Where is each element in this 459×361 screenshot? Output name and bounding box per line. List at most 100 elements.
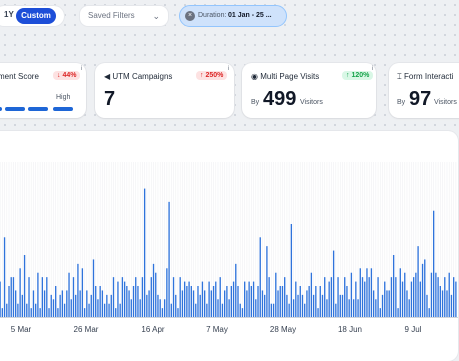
chart-bar[interactable]	[112, 277, 115, 317]
chart-bar[interactable]	[332, 250, 335, 317]
chart-bar[interactable]	[143, 188, 146, 317]
chart-bar[interactable]	[301, 294, 304, 317]
chart-bar[interactable]	[281, 286, 284, 317]
chart-bar[interactable]	[435, 272, 437, 317]
chart-bar[interactable]	[350, 272, 353, 317]
chart-bar[interactable]	[146, 294, 148, 317]
chart-bar[interactable]	[417, 246, 419, 317]
chart-bar[interactable]	[264, 294, 266, 317]
chart-bar[interactable]	[404, 272, 406, 317]
chart-bar[interactable]	[319, 286, 321, 317]
chart-bar[interactable]	[306, 290, 308, 317]
chart-bar[interactable]	[50, 294, 52, 317]
chart-bar[interactable]	[101, 290, 104, 317]
chart-bar[interactable]	[132, 286, 135, 317]
chart-bar[interactable]	[232, 281, 235, 317]
chart-bar[interactable]	[108, 303, 110, 317]
chart-bar[interactable]	[208, 281, 210, 317]
chart-bar[interactable]	[277, 290, 279, 317]
chart-bar[interactable]	[163, 299, 166, 317]
chart-bar[interactable]	[388, 290, 390, 317]
chart-bar[interactable]	[97, 299, 99, 317]
chart-bar[interactable]	[221, 303, 224, 317]
chart-bar[interactable]	[219, 277, 221, 317]
chart-bar[interactable]	[150, 277, 152, 317]
chart-bar[interactable]	[237, 286, 239, 317]
chart-bar[interactable]	[448, 272, 450, 317]
chart-bar[interactable]	[241, 308, 244, 317]
chart-bar[interactable]	[55, 286, 57, 317]
chart-bar[interactable]	[384, 281, 386, 317]
chart-bar[interactable]	[441, 290, 444, 317]
chart-bar[interactable]	[252, 281, 255, 317]
chart-bar[interactable]	[175, 294, 177, 317]
chart-bar[interactable]	[364, 281, 366, 317]
chart-bar[interactable]	[0, 281, 1, 317]
chart-bar[interactable]	[426, 294, 428, 317]
chart-bar[interactable]	[210, 290, 212, 317]
chart-bar[interactable]	[235, 263, 237, 317]
chart-bar[interactable]	[206, 303, 208, 317]
chart-bar[interactable]	[195, 303, 197, 317]
chart-bar[interactable]	[275, 272, 277, 317]
info-icon[interactable]: i	[225, 66, 232, 73]
chart-bar[interactable]	[39, 308, 41, 317]
chart-bar[interactable]	[317, 308, 319, 317]
chart-bar[interactable]	[410, 281, 413, 317]
chart-bar[interactable]	[152, 263, 155, 317]
chart-bar[interactable]	[328, 281, 330, 317]
chart-bar[interactable]	[35, 303, 37, 317]
chart-bar[interactable]	[215, 281, 217, 317]
info-icon[interactable]: i	[78, 66, 85, 73]
chart-bar[interactable]	[130, 299, 132, 317]
chart-bar[interactable]	[95, 286, 97, 317]
chart-bar[interactable]	[355, 281, 357, 317]
chart-bar[interactable]	[6, 303, 8, 317]
chart-bar[interactable]	[421, 263, 424, 317]
chart-bar[interactable]	[52, 299, 55, 317]
chart-bar[interactable]	[239, 303, 241, 317]
chart-bar[interactable]	[46, 277, 48, 317]
chart-bar[interactable]	[188, 281, 190, 317]
multi-page-visits-card[interactable]: ◉ Multi Page Visits ↑ 120% i By 499 Visi…	[242, 63, 376, 118]
chart-bar[interactable]	[372, 290, 375, 317]
chart-bar[interactable]	[424, 259, 426, 317]
chart-bar[interactable]	[366, 268, 368, 317]
chart-bar[interactable]	[321, 294, 324, 317]
chart-bar[interactable]	[297, 294, 299, 317]
chart-bar[interactable]	[432, 210, 435, 317]
chart-bar[interactable]	[141, 277, 144, 317]
chart-bar[interactable]	[304, 303, 306, 317]
chart-bar[interactable]	[135, 277, 137, 317]
chart-bar[interactable]	[83, 308, 86, 317]
chart-bar[interactable]	[32, 290, 35, 317]
chart-bar[interactable]	[161, 308, 164, 317]
chart-bar[interactable]	[346, 286, 348, 317]
chart-bar[interactable]	[15, 290, 17, 317]
chart-bar[interactable]	[19, 268, 21, 317]
chart-bar[interactable]	[230, 286, 233, 317]
chart-bar[interactable]	[244, 281, 246, 317]
chart-bar[interactable]	[270, 303, 273, 317]
chart-bar[interactable]	[148, 290, 150, 317]
chart-bar[interactable]	[170, 303, 172, 317]
chart-bar[interactable]	[272, 303, 275, 317]
form-interactions-card[interactable]: ⌶ Form Interacti By 97 Visitors	[389, 63, 459, 118]
chart-bar[interactable]	[212, 286, 215, 317]
chart-bar[interactable]	[335, 303, 337, 317]
saved-filters-dropdown[interactable]: Saved Filters ⌄	[80, 6, 168, 26]
chart-bar[interactable]	[183, 281, 186, 317]
chart-bar[interactable]	[48, 308, 50, 317]
chart-bar[interactable]	[348, 299, 350, 317]
chart-bar[interactable]	[226, 286, 228, 317]
chart-bar[interactable]	[26, 303, 28, 317]
chart-bar[interactable]	[357, 299, 359, 317]
chart-bar[interactable]	[284, 277, 286, 317]
chart-bar[interactable]	[415, 272, 417, 317]
chart-bar[interactable]	[399, 268, 401, 317]
chart-bar[interactable]	[190, 286, 192, 317]
chart-bar[interactable]	[203, 290, 206, 317]
chart-bar[interactable]	[172, 277, 175, 317]
chart-bar[interactable]	[57, 308, 59, 317]
chart-bar[interactable]	[66, 290, 68, 317]
